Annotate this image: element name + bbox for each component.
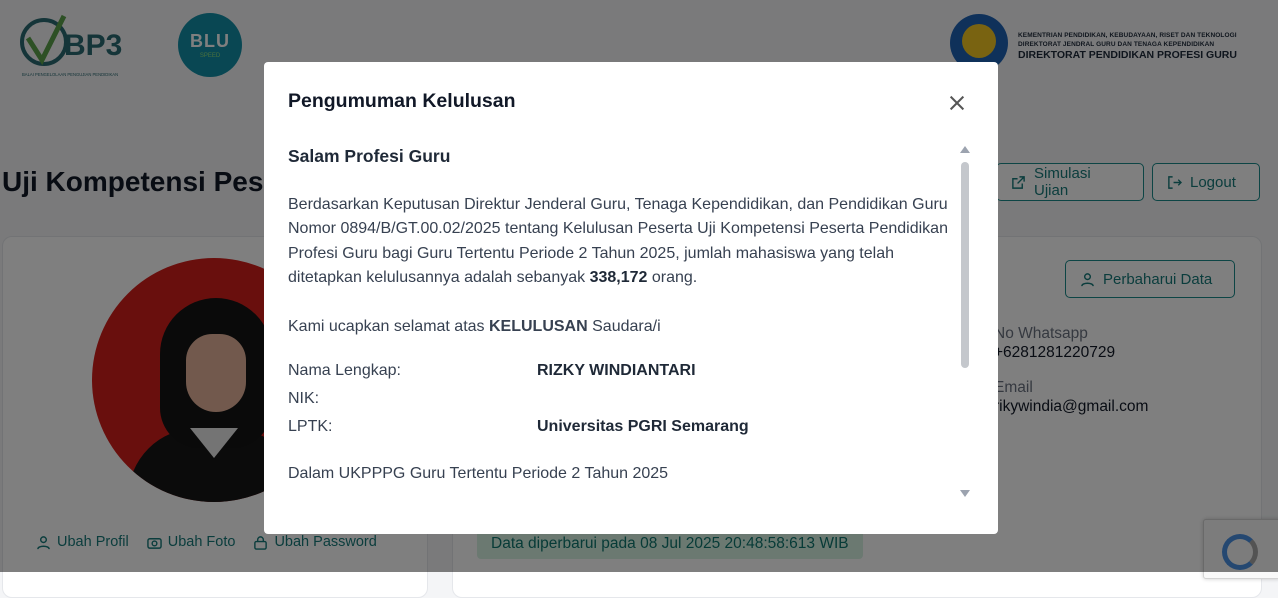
- graduate-count: 338,172: [589, 269, 648, 286]
- paragraph-end: orang.: [651, 269, 698, 286]
- scroll-down-icon[interactable]: [960, 490, 970, 497]
- congrats-line: Kami ucapkan selamat atas KELULUSAN Saud…: [288, 315, 954, 340]
- announcement-paragraph: Berdasarkan Keputusan Direktur Jenderal …: [288, 193, 954, 291]
- modal-body: Salam Profesi Guru Berdasarkan Keputusan…: [288, 140, 954, 520]
- close-icon[interactable]: [946, 92, 968, 114]
- field-label-nik: NIK:: [288, 390, 320, 407]
- field-value-lptk: Universitas PGRI Semarang: [537, 418, 749, 435]
- field-label-name: Nama Lengkap:: [288, 362, 401, 379]
- period-text: Dalam UKPPPG Guru Tertentu Periode 2 Tah…: [288, 464, 669, 482]
- announcement-modal: Pengumuman Kelulusan Salam Profesi Guru …: [264, 62, 998, 534]
- congrats-text: Kami ucapkan selamat atas: [288, 317, 485, 335]
- modal-scrollbar[interactable]: [958, 146, 972, 498]
- field-value-name: RIZKY WINDIANTARI: [537, 362, 696, 379]
- scroll-up-icon[interactable]: [960, 146, 970, 153]
- participant-details: Nama Lengkap: RIZKY WINDIANTARI NIK: LPT…: [288, 359, 954, 440]
- greeting: Salam Profesi Guru: [288, 146, 451, 166]
- field-value-nik: [537, 387, 954, 412]
- scrollbar-thumb[interactable]: [961, 162, 969, 368]
- modal-title: Pengumuman Kelulusan: [288, 90, 516, 112]
- congrats-end: Saudara/i: [592, 317, 661, 335]
- congrats-bold: KELULUSAN: [489, 317, 588, 335]
- field-label-lptk: LPTK:: [288, 418, 333, 435]
